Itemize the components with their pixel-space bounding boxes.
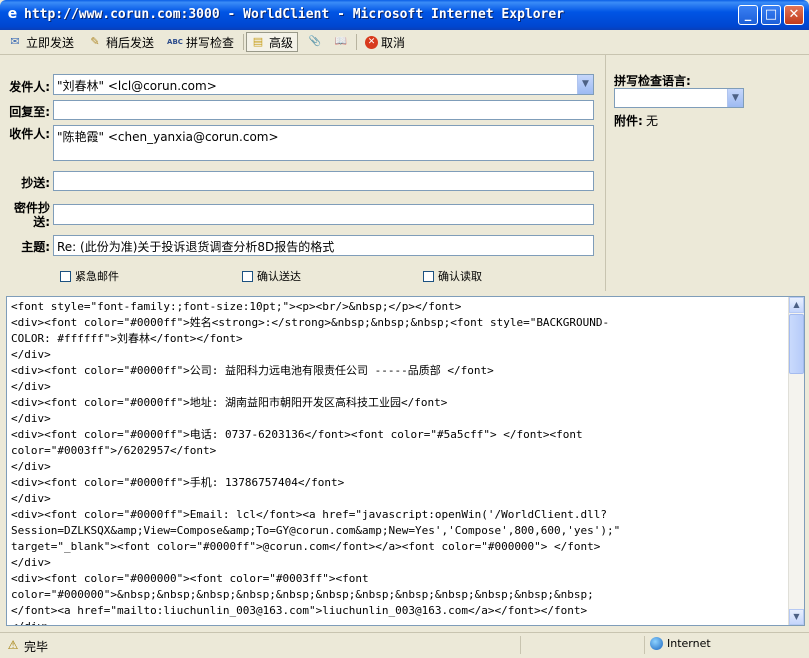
body-source-line: <div><font color="#0000ff">手机: 137867574… bbox=[11, 476, 345, 489]
cancel-icon: ✕ bbox=[365, 35, 378, 49]
subject-field[interactable]: Re: (此份为准)关于投诉退货调查分析8D报告的格式 bbox=[53, 235, 594, 256]
urgent-checkbox[interactable]: 紧急邮件 bbox=[60, 268, 119, 284]
delivery-receipt-checkbox[interactable]: 确认送达 bbox=[242, 268, 301, 284]
address-book-icon: 📖 bbox=[334, 36, 348, 47]
body-source-line: </div> bbox=[11, 492, 51, 505]
body-source-line: </div> bbox=[11, 619, 787, 625]
spell-language-select[interactable]: ▼ bbox=[614, 88, 744, 108]
checkbox-box[interactable] bbox=[242, 270, 253, 282]
spell-check-icon: ABC bbox=[167, 38, 183, 46]
body-source-line: color="#0003ff">/6202957</font> bbox=[11, 444, 217, 457]
reply-to-field[interactable] bbox=[53, 100, 594, 120]
body-source-line: </div> bbox=[11, 556, 51, 569]
body-source-line: Session=DZLKSQX&amp;View=Compose&amp;To=… bbox=[11, 524, 621, 537]
page-status-icon: ⚠ bbox=[7, 638, 19, 652]
side-panel: 拼写检查语言: ▼ 附件: 无 bbox=[605, 55, 809, 291]
subject-label: 主题: bbox=[21, 240, 50, 254]
cc-field[interactable] bbox=[53, 171, 594, 191]
advanced-icon: ▤ bbox=[252, 35, 264, 48]
maximize-button[interactable]: □ bbox=[761, 5, 781, 25]
scrollbar-thumb[interactable] bbox=[789, 314, 804, 374]
from-select[interactable]: "刘春林" <lcl@corun.com> ▼ bbox=[53, 74, 594, 95]
body-source-line: </font><a href="mailto:liuchunlin_003@16… bbox=[11, 604, 588, 617]
body-source-line: </div> bbox=[11, 412, 51, 425]
from-label: 发件人: bbox=[9, 80, 50, 94]
status-text: 完毕 bbox=[24, 640, 49, 654]
advanced-label: 高级 bbox=[269, 35, 294, 50]
body-source-line: <div><font color="#0000ff">电话: 0737-6203… bbox=[11, 428, 583, 441]
attachments-label: 附件: bbox=[614, 114, 643, 128]
paperclip-icon: 📎 bbox=[308, 36, 322, 47]
vertical-scrollbar[interactable]: ▲ ▼ bbox=[788, 297, 804, 625]
cancel-label: 取消 bbox=[381, 35, 406, 50]
address-book-button[interactable]: 📖 bbox=[330, 32, 352, 52]
body-source-line: <div><font color="#0000ff">公司: 益阳科力远电池有限… bbox=[11, 364, 494, 377]
header-fields: 发件人: "刘春林" <lcl@corun.com> ▼ 回复至: 收件人: "… bbox=[0, 55, 604, 291]
checkbox-box[interactable] bbox=[423, 270, 434, 282]
body-source-line: COLOR: #ffffff">刘春林</font></font> bbox=[11, 332, 243, 345]
message-body-text[interactable]: <font style="font-family:;font-size:10pt… bbox=[11, 299, 787, 625]
urgent-label: 紧急邮件 bbox=[75, 270, 119, 283]
read-receipt-checkbox[interactable]: 确认读取 bbox=[423, 268, 482, 284]
cancel-button[interactable]: ✕ 取消 bbox=[362, 32, 408, 52]
attachments-value: 无 bbox=[646, 114, 659, 128]
body-source-line: <div><font color="#0000ff">Email: lcl</f… bbox=[11, 508, 608, 521]
security-zone: Internet bbox=[650, 637, 711, 650]
compose-toolbar: ✉ 立即发送 ✎ 稍后发送 ABC 拼写检查 ▤ 高级 📎 📖 ✕ 取消 bbox=[0, 30, 809, 55]
send-now-label: 立即发送 bbox=[26, 35, 75, 50]
body-source-line: <div><font color="#0000ff">地址: 湖南益阳市朝阳开发… bbox=[11, 396, 448, 409]
status-panel-divider bbox=[520, 636, 521, 654]
reply-to-label: 回复至: bbox=[9, 105, 50, 119]
body-source-line: <div><font color="#000000"><font color="… bbox=[11, 572, 369, 585]
send-now-button[interactable]: ✉ 立即发送 bbox=[4, 32, 77, 52]
to-label: 收件人: bbox=[9, 127, 50, 141]
ie-logo-icon: e bbox=[7, 6, 18, 22]
send-now-icon: ✉ bbox=[10, 35, 20, 48]
spell-check-label: 拼写检查 bbox=[186, 35, 235, 50]
delivery-receipt-label: 确认送达 bbox=[257, 270, 301, 283]
bcc-label: 密件抄送: bbox=[13, 201, 50, 229]
window-title: http://www.corun.com:3000 - WorldClient … bbox=[24, 7, 565, 22]
body-source-line: </div> bbox=[11, 348, 51, 361]
cc-label: 抄送: bbox=[21, 176, 50, 190]
zone-label: Internet bbox=[667, 637, 711, 650]
from-value: "刘春林" <lcl@corun.com> bbox=[57, 79, 217, 93]
body-source-line: </div> bbox=[11, 380, 51, 393]
toolbar-separator bbox=[243, 34, 244, 50]
checkbox-box[interactable] bbox=[60, 270, 71, 282]
status-bar: ⚠ 完毕 Internet bbox=[0, 632, 809, 658]
bcc-field[interactable] bbox=[53, 204, 594, 225]
globe-icon bbox=[650, 637, 663, 650]
body-source-line: <div><font color="#0000ff">姓名<strong>:</… bbox=[11, 316, 610, 329]
spell-check-button[interactable]: ABC 拼写检查 bbox=[164, 32, 237, 52]
send-later-button[interactable]: ✎ 稍后发送 bbox=[84, 32, 157, 52]
attach-button[interactable]: 📎 bbox=[304, 32, 326, 52]
to-field[interactable]: "陈艳霞" <chen_yanxia@corun.com> bbox=[53, 125, 594, 161]
scroll-down-button[interactable]: ▼ bbox=[789, 609, 804, 625]
message-body-editor[interactable]: <font style="font-family:;font-size:10pt… bbox=[6, 296, 805, 626]
body-source-line: </div> bbox=[11, 460, 51, 473]
send-later-icon: ✎ bbox=[90, 35, 100, 48]
body-source-line: <font style="font-family:;font-size:10pt… bbox=[11, 300, 462, 313]
scroll-up-button[interactable]: ▲ bbox=[789, 297, 804, 313]
chevron-down-icon[interactable]: ▼ bbox=[727, 89, 743, 107]
minimize-button[interactable]: _ bbox=[738, 5, 758, 25]
spell-language-label: 拼写检查语言: bbox=[614, 74, 691, 88]
chevron-down-icon[interactable]: ▼ bbox=[577, 75, 593, 94]
close-window-button[interactable]: ✕ bbox=[784, 5, 804, 25]
body-source-line: target="_blank"><font color="#0000ff">@c… bbox=[11, 540, 601, 553]
read-receipt-label: 确认读取 bbox=[438, 270, 482, 283]
advanced-button[interactable]: ▤ 高级 bbox=[246, 32, 298, 52]
compose-form: 发件人: "刘春林" <lcl@corun.com> ▼ 回复至: 收件人: "… bbox=[0, 55, 809, 632]
status-panel-divider bbox=[644, 636, 645, 654]
toolbar-separator bbox=[356, 34, 357, 50]
send-later-label: 稍后发送 bbox=[106, 35, 155, 50]
body-source-line: color="#000000">&nbsp;&nbsp;&nbsp;&nbsp;… bbox=[11, 588, 594, 601]
title-bar: e http://www.corun.com:3000 - WorldClien… bbox=[0, 0, 809, 30]
